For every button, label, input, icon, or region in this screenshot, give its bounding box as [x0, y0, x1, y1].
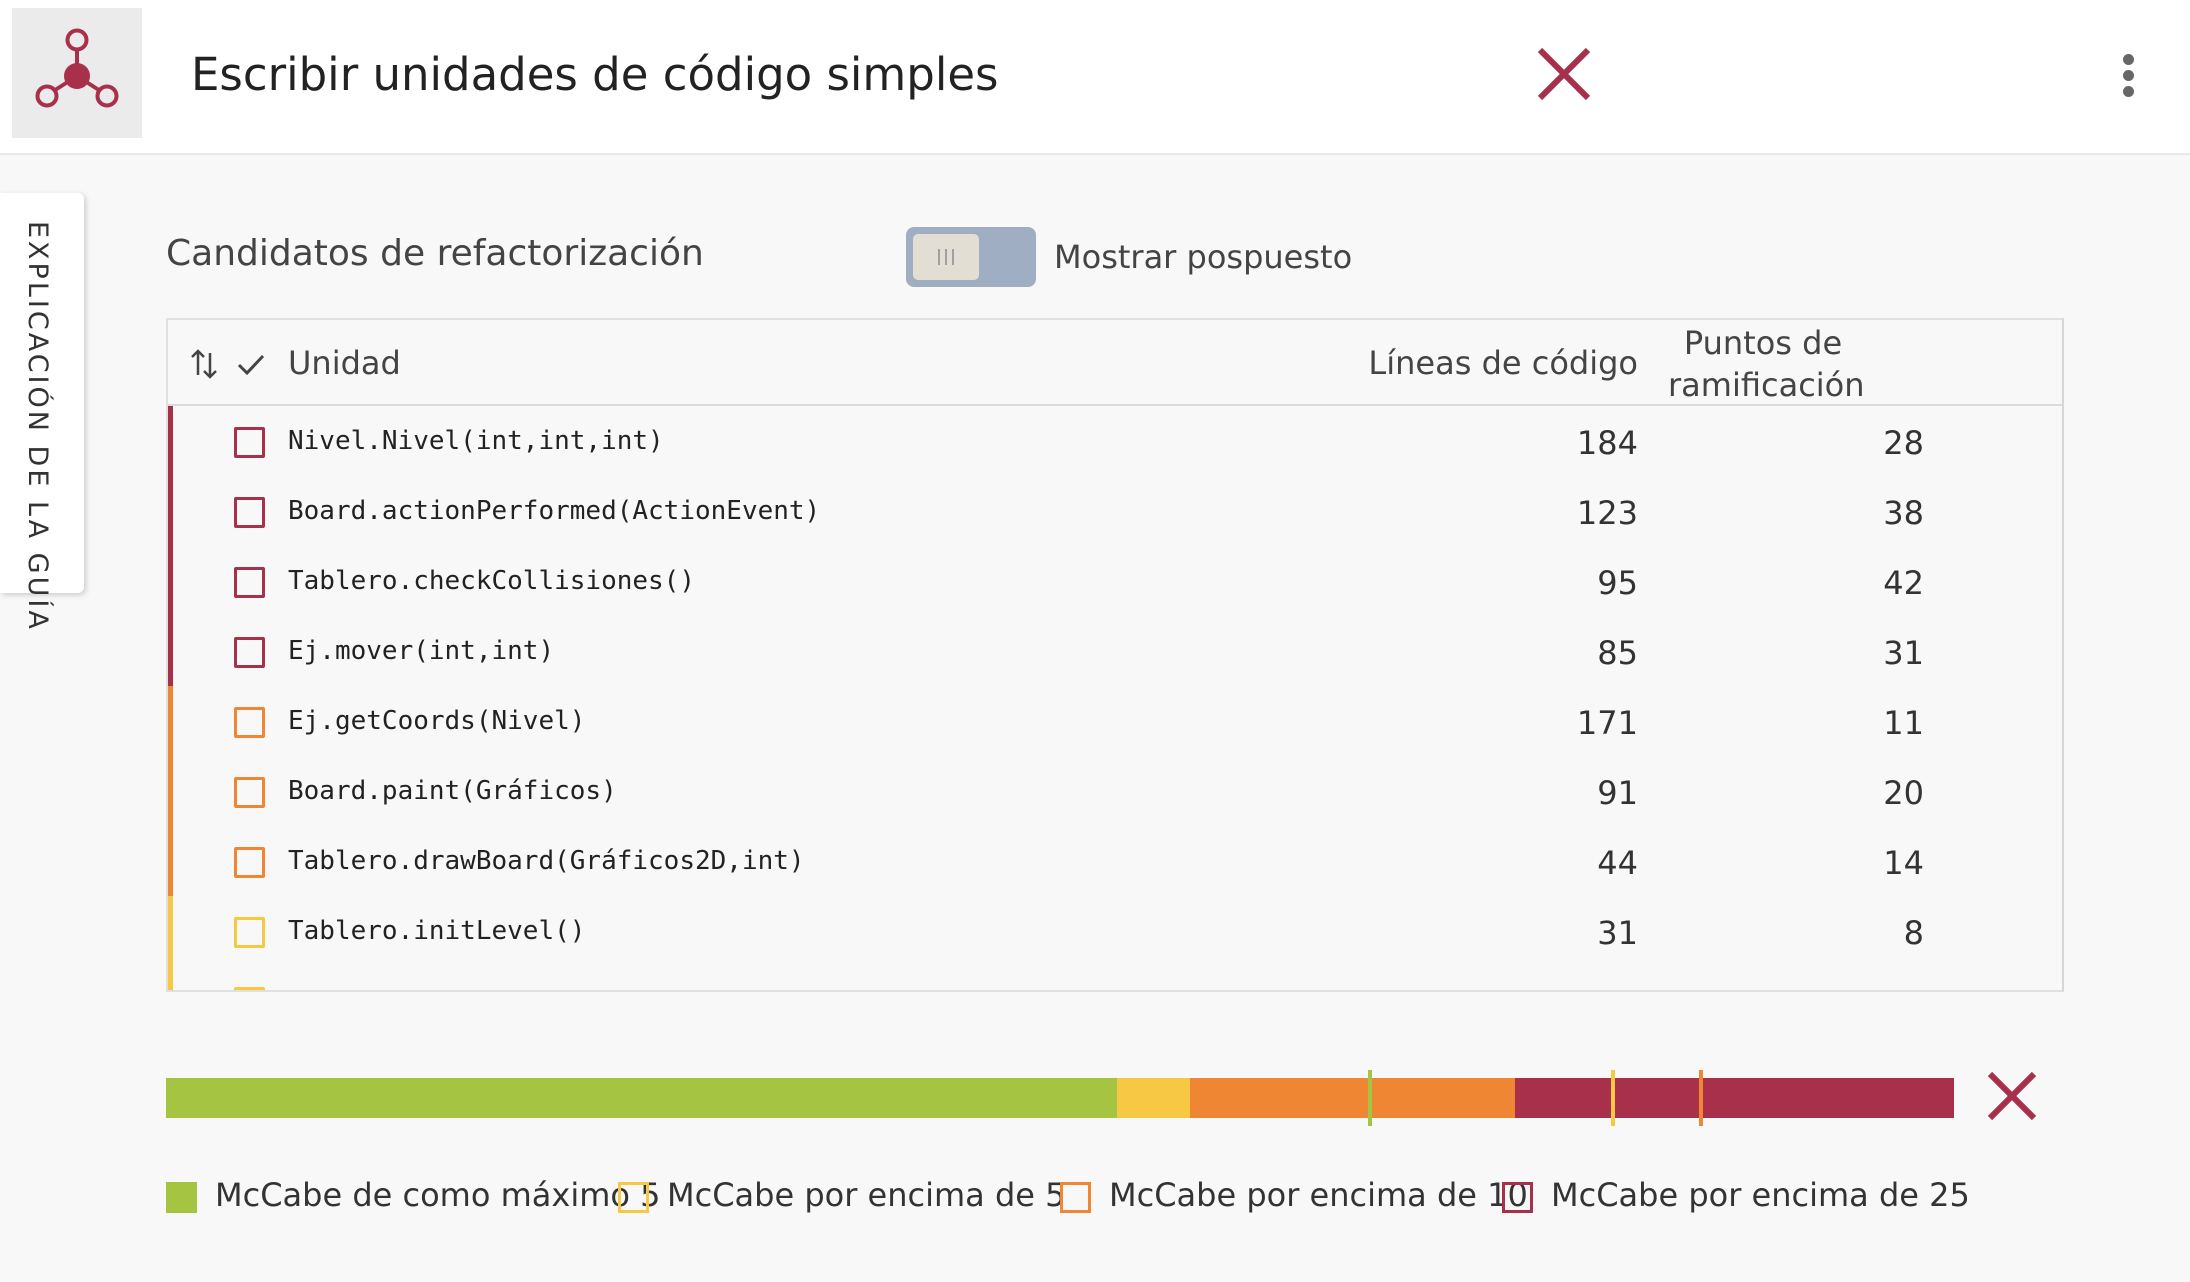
molecule-icon — [35, 28, 119, 108]
table-row[interactable]: Ej.getCoords(Nivel) 171 11 — [168, 686, 2062, 756]
unit-name: Ej.getCoords(Nivel) — [288, 706, 586, 736]
show-postponed-label: Mostrar pospuesto — [1054, 238, 1353, 276]
table-row[interactable]: Tablero.checkCollisiones() 95 42 — [168, 546, 2062, 616]
unit-name: Board.actionPerformed(ActionEvent) — [288, 496, 821, 526]
lines-of-code-value: 184 — [1576, 424, 1638, 462]
row-checkbox[interactable] — [234, 567, 265, 598]
sort-icon[interactable] — [190, 348, 218, 380]
severity-indicator — [168, 546, 173, 616]
guide-explanation-tab[interactable]: EXPLICACIÓN DE LA GUÍA — [0, 193, 84, 632]
lines-of-code-value: 123 — [1576, 494, 1638, 532]
severity-indicator — [168, 826, 173, 896]
lines-of-code-value: 44 — [1597, 844, 1638, 882]
legend-label: McCabe por encima de 5 — [667, 1176, 1066, 1214]
guide-explanation-label: EXPLICACIÓN DE LA GUÍA — [22, 221, 53, 632]
branch-points-value: 14 — [1883, 844, 1924, 882]
distribution-segment-above-5 — [1117, 1078, 1190, 1118]
distribution-marker-above-5 — [1610, 1070, 1615, 1126]
logo — [12, 8, 142, 138]
row-checkbox[interactable] — [234, 637, 265, 668]
row-checkbox[interactable] — [234, 707, 265, 738]
table-header: Unidad Líneas de código Puntos de ramifi… — [168, 320, 2062, 406]
branch-header-line1: Puntos de — [1683, 324, 1843, 362]
distribution-segment-above-10 — [1189, 1078, 1515, 1118]
row-checkbox[interactable] — [234, 497, 265, 528]
check-icon[interactable] — [236, 350, 266, 378]
table-row[interactable]: Ej.mover(int,int) 85 31 — [168, 616, 2062, 686]
kebab-menu-icon[interactable] — [2114, 52, 2144, 100]
unit-name: Tablero.initLevel() — [288, 916, 586, 946]
branch-points-value: 38 — [1883, 494, 1924, 532]
severity-indicator — [168, 476, 173, 546]
severity-indicator — [168, 616, 173, 686]
branch-points-value: 42 — [1883, 564, 1924, 602]
severity-indicator — [168, 756, 173, 826]
column-header-lines-of-code[interactable]: Líneas de código — [1368, 344, 1638, 382]
column-header-branch-points[interactable]: Puntos de ramificación — [1668, 322, 1865, 406]
lines-of-code-value: 31 — [1597, 914, 1638, 952]
close-icon[interactable] — [1986, 1070, 2038, 1122]
table-row[interactable]: Tablero.drawBoard(Gráficos2D,int) 44 14 — [168, 826, 2062, 896]
unit-name: Nivel.Nivel(int,int,int) — [288, 426, 664, 456]
legend-swatch — [1060, 1182, 1091, 1213]
unit-name: Board.paint(Gráficos) — [288, 776, 617, 806]
row-checkbox[interactable] — [234, 847, 265, 878]
legend-swatch — [166, 1182, 197, 1213]
severity-indicator — [168, 406, 173, 476]
table-row[interactable]: Board.actionPerformed(ActionEvent) 123 38 — [168, 476, 2062, 546]
legend-swatch — [1502, 1182, 1533, 1213]
lines-of-code-value: 85 — [1597, 634, 1638, 672]
severity-indicator — [168, 686, 173, 756]
row-checkbox[interactable] — [234, 777, 265, 808]
close-icon[interactable] — [1536, 46, 1592, 102]
branch-points-value: 20 — [1883, 774, 1924, 812]
toggle-knob — [913, 234, 979, 280]
unit-name: Tablero.checkCollisiones() — [288, 566, 695, 596]
app-header: Escribir unidades de código simples — [0, 0, 2190, 155]
severity-indicator — [168, 966, 173, 990]
legend-label: McCabe por encima de 25 — [1551, 1176, 1970, 1214]
row-checkbox[interactable] — [234, 427, 265, 458]
column-header-unit[interactable]: Unidad — [288, 344, 401, 382]
legend-label: McCabe por encima de 10 — [1109, 1176, 1528, 1214]
severity-indicator — [168, 896, 173, 966]
branch-points-value: 8 — [1903, 914, 1924, 952]
show-postponed-toggle[interactable] — [906, 227, 1036, 287]
refactoring-candidates-table: Unidad Líneas de código Puntos de ramifi… — [166, 318, 2064, 992]
branch-header-line2: ramificación — [1668, 366, 1865, 404]
table-row[interactable]: Tablero.initLevel() 31 8 — [168, 896, 2062, 966]
unit-name: Tablero.drawBoard(Gráficos2D,int) — [288, 846, 805, 876]
distribution-segment-above-25 — [1514, 1078, 1954, 1118]
distribution-marker-max-5 — [1368, 1070, 1373, 1126]
lines-of-code-value: 95 — [1597, 564, 1638, 602]
page-title: Escribir unidades de código simples — [191, 48, 999, 101]
branch-points-value: 11 — [1883, 704, 1924, 742]
row-checkbox[interactable] — [234, 987, 265, 990]
table-row[interactable] — [168, 966, 2062, 990]
legend-label: McCabe de como máximo 5 — [215, 1176, 661, 1214]
branch-points-value: 31 — [1883, 634, 1924, 672]
complexity-distribution-bar — [166, 1070, 1954, 1126]
legend-swatch — [618, 1182, 649, 1213]
table-row[interactable]: Board.paint(Gráficos) 91 20 — [168, 756, 2062, 826]
lines-of-code-value: 171 — [1576, 704, 1638, 742]
table-body: Nivel.Nivel(int,int,int) 184 28 Board.actio… — [168, 406, 2062, 990]
lines-of-code-value: 91 — [1597, 774, 1638, 812]
distribution-segment-max-5 — [166, 1078, 1118, 1118]
branch-points-value: 28 — [1883, 424, 1924, 462]
distribution-marker-above-10 — [1698, 1070, 1703, 1126]
table-row[interactable]: Nivel.Nivel(int,int,int) 184 28 — [168, 406, 2062, 476]
section-title: Candidatos de refactorización — [166, 233, 704, 274]
unit-name: Ej.mover(int,int) — [288, 636, 555, 666]
row-checkbox[interactable] — [234, 917, 265, 948]
